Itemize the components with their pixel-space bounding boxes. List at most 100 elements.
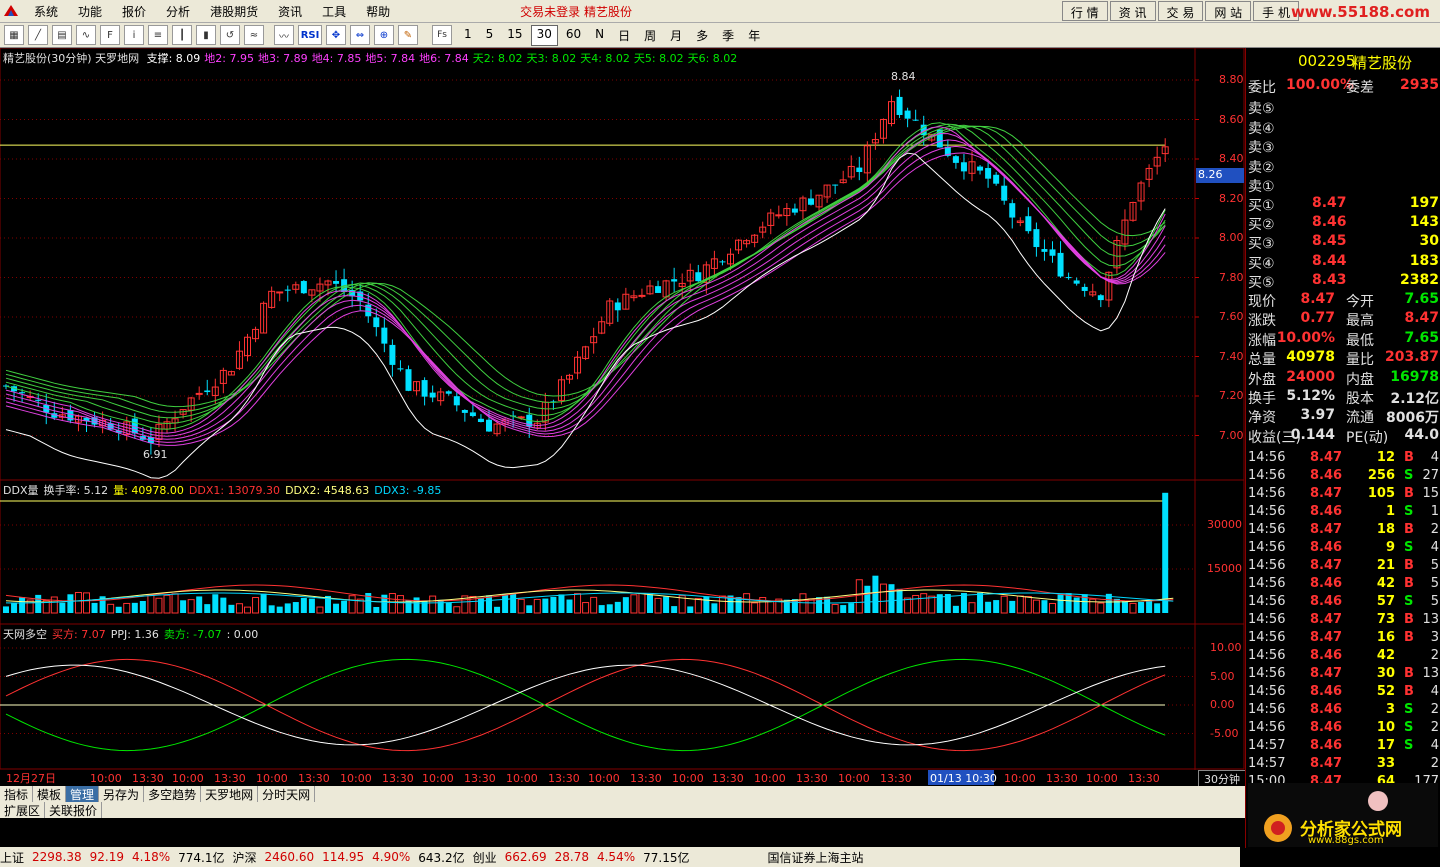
- fund-icon[interactable]: F: [100, 25, 120, 45]
- volume-bar: [1000, 595, 1008, 614]
- news-icon[interactable]: ≡: [148, 25, 168, 45]
- menu-item-3[interactable]: 分析: [156, 3, 200, 20]
- indicator-tab-2[interactable]: 管理: [66, 786, 100, 802]
- chart-frame: [0, 48, 1245, 770]
- candle-body: [638, 294, 646, 297]
- main-legend-item: 天5: 8.02: [633, 52, 684, 65]
- volume-bar: [1129, 602, 1137, 614]
- wave2-icon[interactable]: ≈: [244, 25, 264, 45]
- volume-bar: [1138, 601, 1145, 613]
- menu-item-2[interactable]: 报价: [112, 3, 156, 20]
- menu-item-4[interactable]: 港股期货: [200, 3, 268, 20]
- buy-row[interactable]: 买⑤ 8.43 2382: [1246, 272, 1440, 291]
- menu-item-5[interactable]: 资讯: [268, 3, 312, 20]
- candles: [3, 89, 1169, 455]
- period-button-8[interactable]: 月: [664, 25, 688, 46]
- rsi-icon[interactable]: RSI: [298, 25, 322, 45]
- period-button-3[interactable]: 30: [530, 24, 558, 46]
- status-item: 2298.38: [32, 850, 82, 864]
- fs-button[interactable]: Fs: [432, 25, 452, 45]
- volume-bar: [437, 599, 444, 613]
- indicator-tab-3[interactable]: 另存为: [99, 786, 145, 802]
- top-tab-2[interactable]: 交 易: [1157, 1, 1204, 21]
- extension-tab-1[interactable]: 关联报价: [45, 802, 103, 818]
- period-button-1[interactable]: 5: [480, 25, 500, 46]
- cycle-icon[interactable]: ↺: [220, 25, 240, 45]
- indicator-tab-5[interactable]: 天罗地网: [201, 786, 259, 802]
- line-chart-icon[interactable]: ▦: [4, 25, 24, 45]
- candle-body: [904, 110, 911, 119]
- period-button-9[interactable]: 多: [690, 25, 714, 46]
- stat-row: 换手 5.12% 股本 2.12亿: [1248, 388, 1439, 407]
- time-label: 12月27日: [6, 772, 56, 785]
- period-button-11[interactable]: 年: [742, 25, 766, 46]
- volume-bar: [807, 598, 815, 614]
- menu-item-1[interactable]: 功能: [68, 3, 112, 20]
- period-button-10[interactable]: 季: [716, 25, 740, 46]
- high-price-label: 8.84: [891, 70, 916, 83]
- grid-icon[interactable]: ▤: [52, 25, 72, 45]
- tick-row: 14:56 8.46 256 S 27: [1248, 468, 1439, 483]
- volume-bar: [445, 602, 452, 613]
- zoom-icon[interactable]: ⊕: [374, 25, 394, 45]
- volume-bar: [494, 606, 501, 613]
- bars-icon[interactable]: ▮: [196, 25, 216, 45]
- volume-bar: [614, 601, 621, 613]
- indicator-tab-1[interactable]: 模板: [33, 786, 67, 802]
- stat-row: 总量 40978 量比 203.87: [1248, 349, 1439, 369]
- tick-row: 14:56 8.46 52 B 4: [1248, 684, 1439, 699]
- top-tab-0[interactable]: 行 情: [1061, 1, 1108, 21]
- wave-icon[interactable]: ∿: [76, 25, 96, 45]
- extension-tab-0[interactable]: 扩展区: [0, 802, 46, 818]
- volume-bar: [1016, 595, 1024, 614]
- stat-row: 涨跌 0.77 最高 8.47: [1248, 310, 1439, 330]
- volume-bar: [896, 588, 903, 613]
- period-button-6[interactable]: 日: [612, 25, 636, 46]
- tw-legend-item: PPJ: 1.36: [110, 628, 159, 641]
- period-label[interactable]: 30分钟: [1198, 770, 1246, 787]
- volume-bar: [74, 591, 82, 614]
- kline-chart[interactable]: 精艺股份(30分钟) 天罗地网 支撑: 8.09 地2: 7.95 地3: 7.89…: [0, 48, 1245, 770]
- chart-canvas[interactable]: [0, 48, 1245, 770]
- indicator-tab-0[interactable]: 指标: [0, 786, 34, 802]
- arrow-icon[interactable]: ⇔: [350, 25, 370, 45]
- buy-row[interactable]: 买② 8.46 143: [1246, 214, 1440, 233]
- chart-wave-icon[interactable]: 〰: [274, 25, 294, 45]
- tick-row: 14:56 8.47 18 B 2: [1248, 522, 1439, 537]
- candle-body: [381, 327, 388, 344]
- menu-item-6[interactable]: 工具: [312, 3, 356, 20]
- buy-row[interactable]: 买③ 8.45 30: [1246, 233, 1440, 252]
- menu-item-0[interactable]: 系统: [24, 3, 68, 20]
- volume-bar: [968, 602, 976, 614]
- menu-item-7[interactable]: 帮助: [356, 3, 400, 20]
- indicator-tab-4[interactable]: 多空趋势: [144, 786, 202, 802]
- brand-banner[interactable]: 分析家公式网 www.88gs.com: [1248, 783, 1438, 847]
- top-tab-1[interactable]: 资 讯: [1109, 1, 1156, 21]
- trend-icon[interactable]: ╱: [28, 25, 48, 45]
- buy-row[interactable]: 买④ 8.44 183: [1246, 253, 1440, 272]
- time-label: 01/13 10:30: [930, 772, 997, 785]
- candle-icon[interactable]: ┃: [172, 25, 192, 45]
- volume-bar: [928, 595, 936, 614]
- candle-body: [35, 399, 42, 401]
- status-bar: 上证 2298.38 92.19 4.18% 774.1亿 沪深 2460.60 114.95…: [0, 847, 1240, 867]
- move-icon[interactable]: ✥: [326, 25, 346, 45]
- buy-row[interactable]: 买① 8.47 197: [1246, 195, 1440, 214]
- candle-body: [775, 214, 783, 217]
- period-button-2[interactable]: 15: [501, 25, 528, 46]
- tick-row: 14:56 8.46 9 S 4: [1248, 540, 1439, 555]
- indicator-tab-6[interactable]: 分时天网: [258, 786, 316, 802]
- period-button-5[interactable]: N: [589, 25, 610, 46]
- pen-icon[interactable]: ✎: [398, 25, 418, 45]
- top-tab-3[interactable]: 网 站: [1205, 1, 1252, 21]
- time-label: 10:00: [1086, 772, 1118, 785]
- period-button-4[interactable]: 60: [560, 25, 587, 46]
- period-button-7[interactable]: 周: [638, 25, 662, 46]
- volume-bar: [131, 602, 138, 613]
- info-icon[interactable]: i: [124, 25, 144, 45]
- period-button-0[interactable]: 1: [458, 25, 478, 46]
- time-label: 13:30: [298, 772, 330, 785]
- ddx1-line: [5, 584, 1174, 602]
- brand-url[interactable]: www.55188.com: [1291, 3, 1430, 21]
- time-label: 13:30: [630, 772, 662, 785]
